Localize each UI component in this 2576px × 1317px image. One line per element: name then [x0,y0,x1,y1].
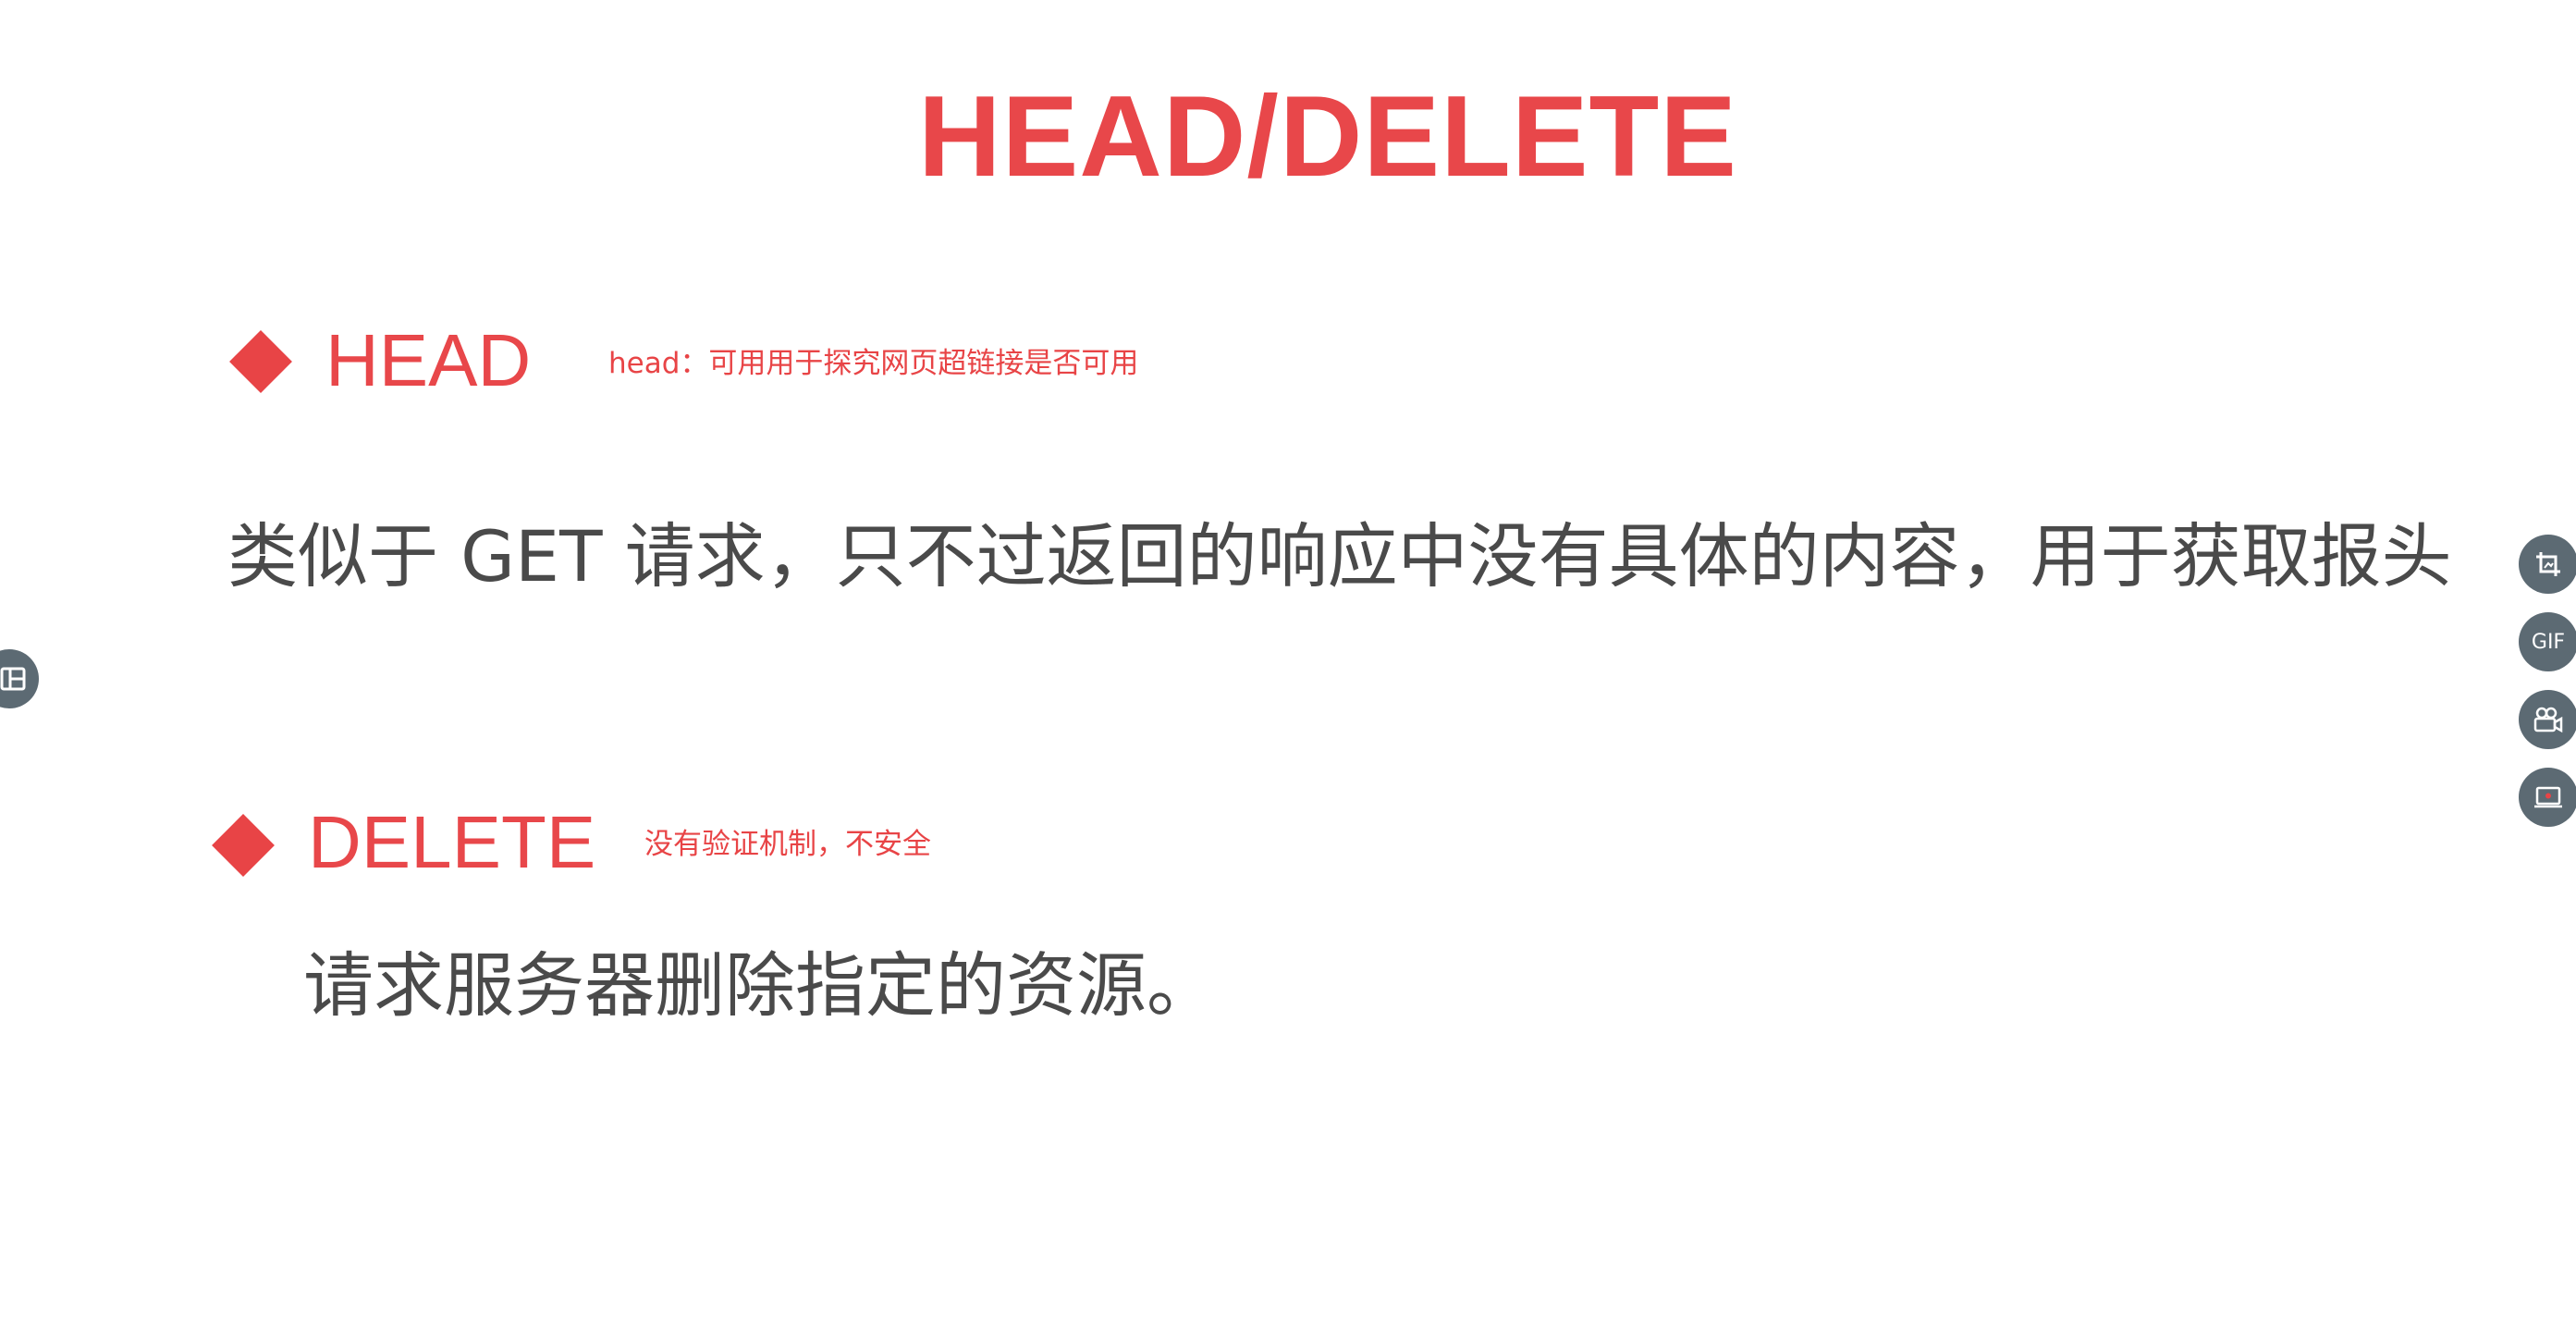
gif-icon: GIF [2531,630,2566,654]
video-camera-icon [2533,707,2563,733]
slide-title: HEAD/DELETE [918,73,1737,201]
slide-page: HEAD/DELETE HEAD head：可用用于探究网页超链接是否可用 类似… [0,0,2576,1317]
screen-record-button[interactable] [2519,768,2576,827]
screen-record-icon [2534,786,2562,808]
gif-button[interactable]: GIF [2519,612,2576,671]
annotation-head: head：可用用于探究网页超链接是否可用 [608,347,1139,380]
section-body-head: 类似于 GET 请求，只不过返回的响应中没有具体的内容，用于获取报头 [227,515,2452,597]
layout-panel-button[interactable] [0,649,39,708]
section-heading-head: HEAD [325,319,532,401]
annotation-delete: 没有验证机制，不安全 [644,828,931,861]
section-body-delete: 请求服务器删除指定的资源。 [303,944,1217,1027]
diamond-bullet-icon [212,814,275,877]
section-heading-delete: DELETE [308,801,596,883]
crop-screenshot-icon [2536,552,2560,576]
diamond-bullet-icon [229,330,292,393]
video-camera-button[interactable] [2519,690,2576,749]
crop-screenshot-button[interactable] [2519,535,2576,594]
layout-panel-icon [0,667,26,691]
